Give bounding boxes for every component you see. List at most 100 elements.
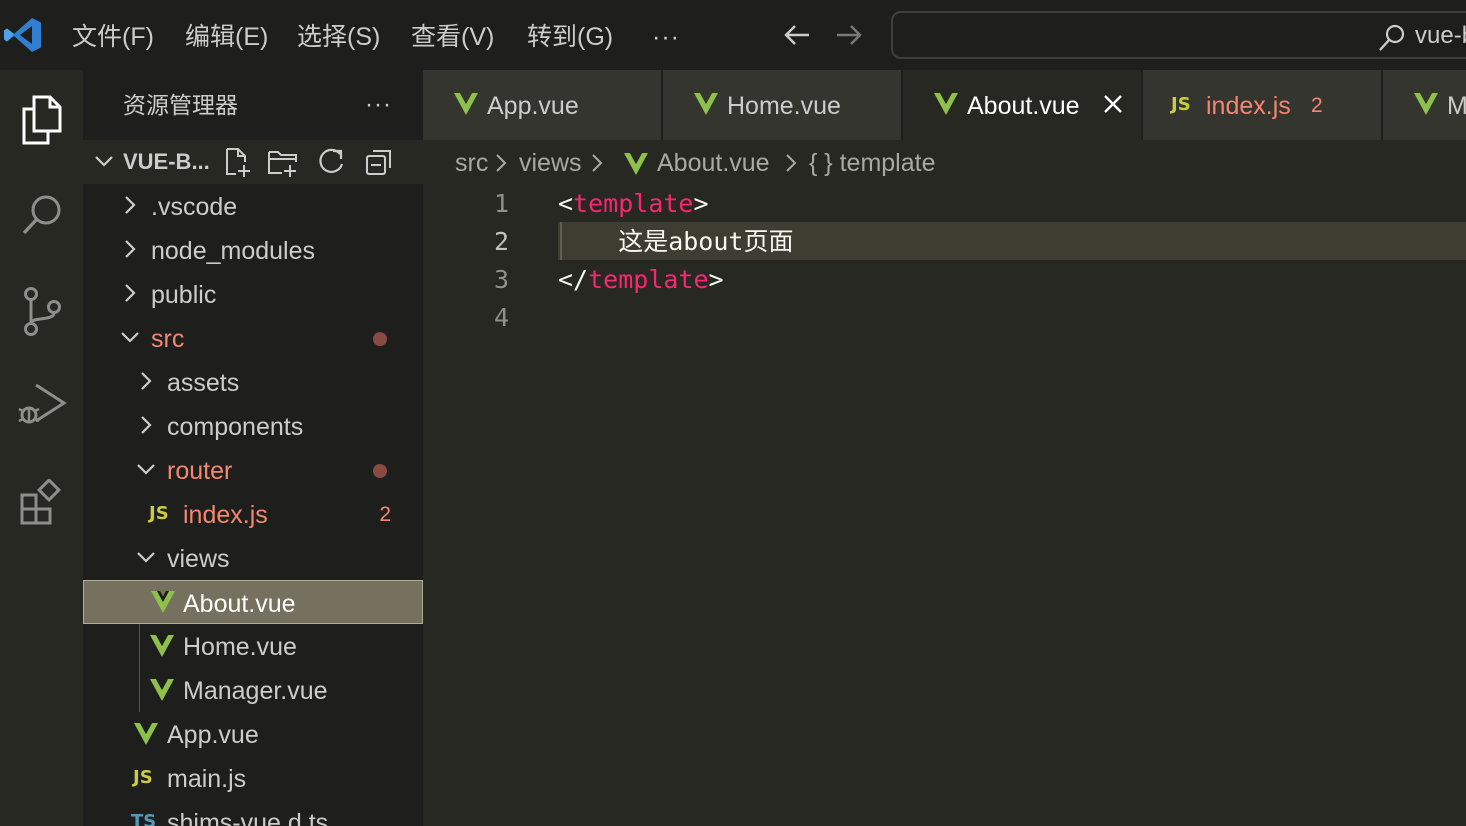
menu-view[interactable]: 查看(V) xyxy=(411,20,494,54)
collapse-all-icon[interactable] xyxy=(363,146,395,178)
tree-item-label: Home.vue xyxy=(183,633,297,661)
tree-file-app-vue[interactable]: App.vue xyxy=(83,712,423,756)
chevron-right-icon xyxy=(141,416,152,434)
chevron-right-icon xyxy=(141,372,152,390)
project-header[interactable]: VUE-B... xyxy=(83,140,423,184)
tree-item-label: src xyxy=(151,325,185,353)
chevron-right-icon xyxy=(125,240,136,258)
vscode-logo-icon xyxy=(4,18,41,52)
tree-item-label: About.vue xyxy=(183,590,296,618)
code-line-3: </template> xyxy=(558,264,724,296)
tree-item-label: assets xyxy=(167,369,240,397)
js-file-icon: JS xyxy=(133,767,153,788)
code-token-tag: template xyxy=(588,265,709,294)
sidebar-more-button[interactable]: ··· xyxy=(365,90,392,120)
code-line-1: <template> xyxy=(558,188,709,220)
code-editor[interactable]: 1 2 3 4 <template> 这是about页面 </template> xyxy=(423,186,1466,826)
code-token: </ xyxy=(558,265,589,294)
run-debug-icon[interactable] xyxy=(0,370,83,440)
vue-file-icon xyxy=(151,591,175,613)
tree-item-label: public xyxy=(151,281,217,309)
sidebar-title: 资源管理器 xyxy=(123,92,238,118)
editor-tab-bar: App.vue Home.vue About.vue JS index.js 2… xyxy=(423,70,1466,140)
tab-manager-vue[interactable]: M xyxy=(1383,70,1466,140)
tree-file-main-js[interactable]: JS main.js xyxy=(83,756,423,800)
code-token-text: 这是about页面 xyxy=(558,227,794,256)
tree-file-manager-vue[interactable]: Manager.vue xyxy=(83,668,423,712)
tree-item-label: index.js xyxy=(183,501,268,529)
explorer-sidebar: 资源管理器 ··· VUE-B... .vscode node_modules … xyxy=(83,70,423,826)
menu-file[interactable]: 文件(F) xyxy=(72,20,154,54)
breadcrumb-file[interactable]: About.vue xyxy=(657,148,770,178)
new-file-icon[interactable] xyxy=(221,146,253,178)
tree-file-home-vue[interactable]: Home.vue xyxy=(83,624,423,668)
back-arrow-icon[interactable] xyxy=(780,18,814,52)
line-number: 1 xyxy=(493,189,509,218)
command-center-text: vue-b xyxy=(1415,22,1466,49)
menu-go[interactable]: 转到(G) xyxy=(527,20,613,54)
code-token: < xyxy=(558,189,574,218)
new-folder-icon[interactable] xyxy=(267,146,299,178)
menu-edit[interactable]: 编辑(E) xyxy=(185,20,268,54)
forward-arrow-icon[interactable] xyxy=(832,18,866,52)
source-control-icon[interactable] xyxy=(0,276,83,346)
vue-file-icon xyxy=(624,153,648,175)
line-number: 4 xyxy=(493,303,509,332)
tree-item-label: Manager.vue xyxy=(183,677,328,705)
tree-item-label: main.js xyxy=(167,765,247,793)
tree-file-about-vue[interactable]: About.vue xyxy=(83,580,423,624)
menu-more[interactable]: ··· xyxy=(652,20,680,54)
tree-folder-router[interactable]: router xyxy=(83,448,423,492)
tree-folder-node-modules[interactable]: node_modules xyxy=(83,228,423,272)
line-number: 2 xyxy=(493,227,509,256)
tree-file-index-js[interactable]: JS index.js 2 xyxy=(83,492,423,536)
tree-file-shims-vue-d-ts[interactable]: TS shims-vue.d.ts xyxy=(83,800,423,826)
vue-file-icon xyxy=(1414,93,1438,115)
line-number: 3 xyxy=(493,265,509,294)
extensions-icon[interactable] xyxy=(0,468,83,538)
tree-folder-vscode[interactable]: .vscode xyxy=(83,184,423,228)
vue-file-icon xyxy=(454,93,478,115)
tab-label: index.js xyxy=(1206,92,1291,120)
tab-label: M xyxy=(1447,92,1466,120)
tab-home-vue[interactable]: Home.vue xyxy=(663,70,903,140)
breadcrumb-views[interactable]: views xyxy=(519,148,582,178)
tree-folder-views[interactable]: views xyxy=(83,536,423,580)
tab-app-vue[interactable]: App.vue xyxy=(423,70,663,140)
chevron-right-icon xyxy=(125,196,136,214)
close-icon[interactable] xyxy=(1101,92,1125,116)
tab-label: Home.vue xyxy=(727,92,841,120)
breadcrumb-symbol[interactable]: { } template xyxy=(809,148,935,178)
breadcrumb-src[interactable]: src xyxy=(455,148,488,178)
refresh-icon[interactable] xyxy=(315,146,347,178)
tab-problem-badge: 2 xyxy=(1311,94,1323,117)
tree-folder-assets[interactable]: assets xyxy=(83,360,423,404)
search-activity-icon[interactable] xyxy=(0,180,83,250)
chevron-down-icon xyxy=(137,552,155,563)
tree-folder-src[interactable]: src xyxy=(83,316,423,360)
tab-about-vue[interactable]: About.vue xyxy=(903,70,1143,140)
modified-dot xyxy=(373,332,387,346)
title-bar: 文件(F) 编辑(E) 选择(S) 查看(V) 转到(G) ··· vue-b xyxy=(0,0,1466,70)
breadcrumb: src views About.vue { } template xyxy=(423,140,1466,186)
tree-folder-components[interactable]: components xyxy=(83,404,423,448)
tab-index-js[interactable]: JS index.js 2 xyxy=(1143,70,1383,140)
tab-label: About.vue xyxy=(967,92,1080,120)
vue-file-icon xyxy=(694,93,718,115)
js-file-icon: JS xyxy=(149,503,169,524)
tree-item-label: components xyxy=(167,413,304,441)
tree-item-label: shims-vue.d.ts xyxy=(167,809,329,826)
menu-selection[interactable]: 选择(S) xyxy=(297,20,380,54)
modified-dot xyxy=(373,464,387,478)
command-center[interactable]: vue-b xyxy=(891,11,1466,59)
explorer-icon[interactable] xyxy=(0,84,83,154)
chevron-down-icon xyxy=(137,464,155,475)
chevron-right-icon xyxy=(592,154,603,172)
chevron-down-icon xyxy=(121,332,139,343)
code-token: > xyxy=(693,189,709,218)
chevron-right-icon xyxy=(786,154,797,172)
vue-file-icon xyxy=(134,723,158,745)
tree-folder-public[interactable]: public xyxy=(83,272,423,316)
vue-file-icon xyxy=(934,93,958,115)
chevron-right-icon xyxy=(125,284,136,302)
